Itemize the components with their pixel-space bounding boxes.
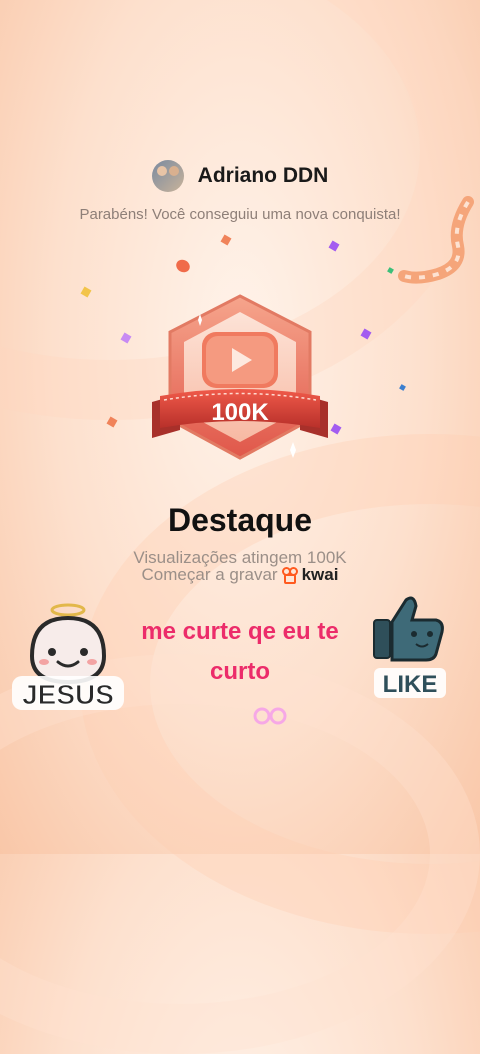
confetti bbox=[120, 332, 132, 344]
achievement-badge: 100K bbox=[140, 290, 340, 470]
confetti bbox=[220, 234, 232, 246]
username[interactable]: Adriano DDN bbox=[198, 164, 329, 188]
badge-label: 100K bbox=[211, 399, 269, 426]
kwai-brand: kwai bbox=[301, 565, 339, 584]
confetti bbox=[328, 240, 340, 252]
confetti bbox=[399, 384, 406, 391]
confetti bbox=[106, 416, 118, 428]
record-prompt[interactable]: Começar a gravar kwai bbox=[0, 565, 480, 585]
confetti bbox=[173, 257, 193, 275]
record-text: Começar a gravar bbox=[141, 565, 278, 584]
sparkle-icon bbox=[253, 707, 287, 725]
like-sticker: LIKE bbox=[370, 592, 450, 704]
user-header: Adriano DDN bbox=[0, 160, 480, 192]
jesus-label: JESUS bbox=[22, 679, 114, 710]
like-label: LIKE bbox=[383, 671, 438, 698]
achievement-title: Destaque bbox=[167, 502, 313, 538]
avatar[interactable] bbox=[151, 160, 184, 192]
congrats-message: Parabéns! Você conseguiu uma nova conqui… bbox=[79, 206, 401, 223]
kwai-logo-icon bbox=[281, 567, 298, 584]
jesus-sticker: JESUS bbox=[10, 598, 126, 714]
confetti bbox=[387, 267, 394, 274]
confetti bbox=[80, 286, 92, 298]
confetti bbox=[360, 328, 372, 340]
